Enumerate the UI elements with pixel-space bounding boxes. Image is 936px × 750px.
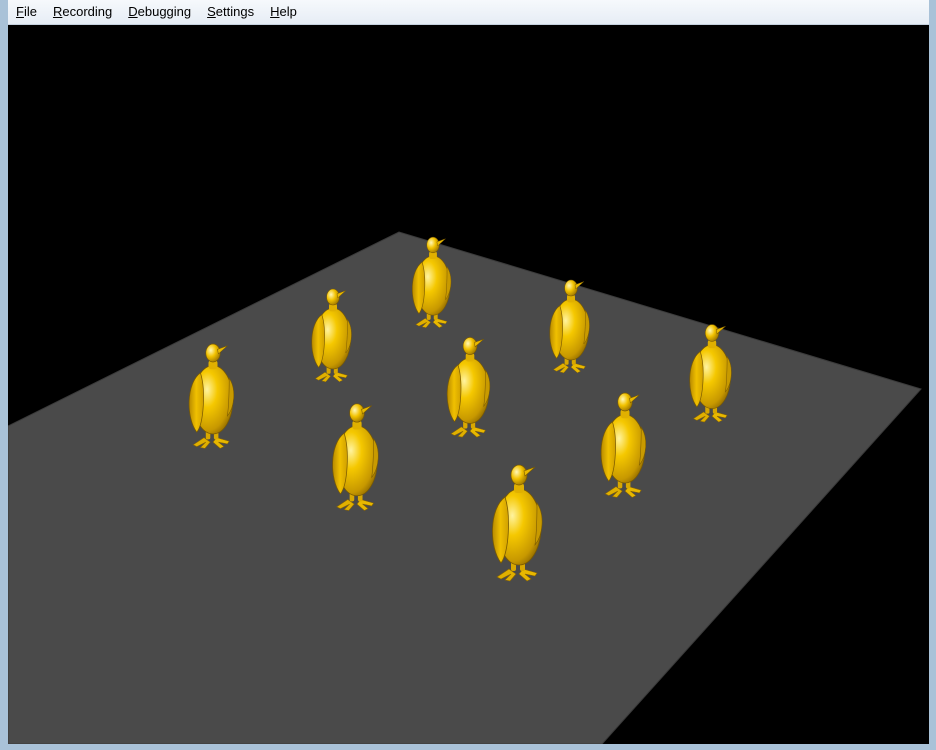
- menu-help-accel: H: [270, 4, 280, 19]
- menu-debugging-label: ebugging: [137, 4, 192, 19]
- menu-recording[interactable]: Recording: [45, 0, 120, 24]
- menu-settings[interactable]: Settings: [199, 0, 262, 24]
- menu-debugging-accel: D: [128, 4, 138, 19]
- 3d-viewport[interactable]: [8, 25, 929, 744]
- menu-file[interactable]: File: [8, 0, 45, 24]
- menu-help-label: elp: [279, 4, 297, 19]
- menu-settings-label: ettings: [215, 4, 255, 19]
- menu-recording-label: ecording: [62, 4, 113, 19]
- scene-canvas: [8, 231, 922, 744]
- menu-recording-accel: R: [52, 4, 63, 19]
- scene-floor: [8, 231, 922, 744]
- menu-help[interactable]: Help: [262, 0, 305, 24]
- menu-settings-accel: S: [207, 4, 216, 19]
- menu-file-label: ile: [23, 4, 37, 19]
- menu-file-accel: F: [16, 4, 24, 19]
- menu-debugging[interactable]: Debugging: [120, 0, 199, 24]
- menu-bar: File Recording Debugging Settings Help: [8, 0, 929, 25]
- application-window: File Recording Debugging Settings Help: [0, 0, 936, 750]
